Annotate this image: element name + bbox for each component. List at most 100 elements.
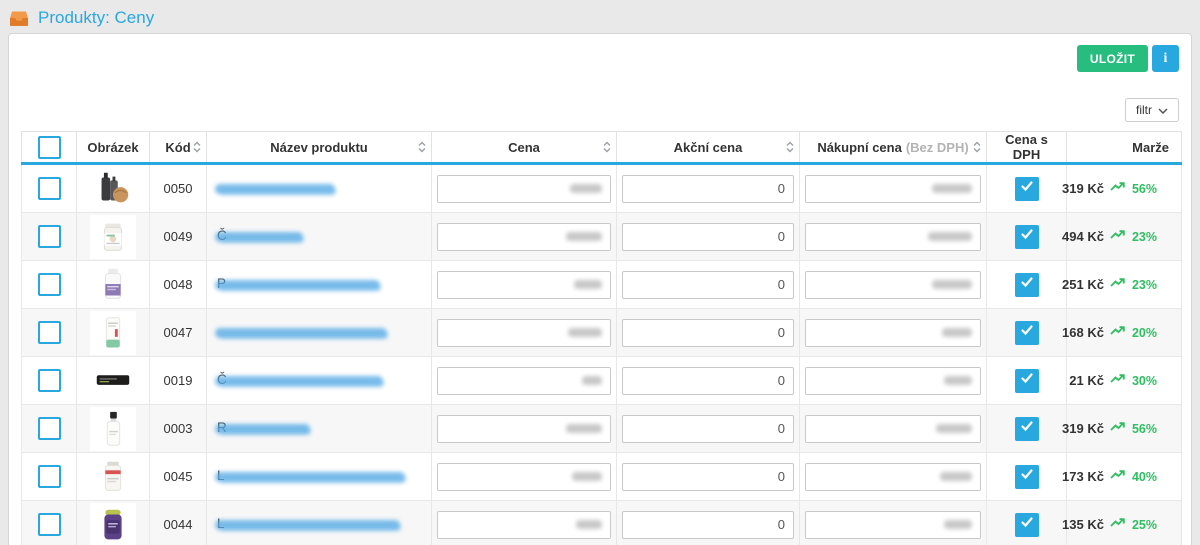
vat-checkbox[interactable] [1015, 273, 1039, 297]
row-checkbox[interactable] [38, 177, 61, 200]
price-input[interactable] [437, 511, 611, 539]
product-name-link[interactable] [207, 166, 431, 212]
vat-checkbox[interactable] [1015, 177, 1039, 201]
purchase-price-input[interactable] [805, 175, 981, 203]
table-row: 0019 Č 0 [22, 357, 1182, 405]
vat-checkbox[interactable] [1015, 465, 1039, 489]
redacted-product-name [215, 328, 387, 338]
trend-up-icon [1110, 468, 1126, 486]
product-code: 0050 [164, 181, 193, 196]
margin-amount: 494 Kč [1062, 229, 1104, 244]
purchase-price-input[interactable] [805, 223, 981, 251]
redacted-product-name [215, 184, 335, 194]
product-name-link[interactable]: Č [207, 358, 431, 404]
sort-arrows-icon[interactable] [786, 141, 794, 153]
row-checkbox[interactable] [38, 321, 61, 344]
purchase-price-input[interactable] [805, 511, 981, 539]
price-input[interactable] [437, 175, 611, 203]
sale-price-input[interactable]: 0 [622, 367, 794, 395]
price-input[interactable] [437, 223, 611, 251]
vat-checkbox[interactable] [1015, 225, 1039, 249]
sale-price-input[interactable]: 0 [622, 319, 794, 347]
toolbar: ULOŽIT i [1077, 45, 1179, 72]
select-all-checkbox[interactable] [38, 136, 61, 159]
product-name-link[interactable]: P [207, 262, 431, 308]
column-header-price[interactable]: Cena [432, 132, 617, 164]
vat-checkbox[interactable] [1015, 321, 1039, 345]
table-row: 0003 R 0 [22, 405, 1182, 453]
row-checkbox[interactable] [38, 417, 61, 440]
trend-up-icon [1110, 420, 1126, 438]
product-code: 0003 [164, 421, 193, 436]
purchase-price-input[interactable] [805, 367, 981, 395]
redacted-purchase-value [932, 280, 972, 289]
row-checkbox[interactable] [38, 465, 61, 488]
price-input[interactable] [437, 463, 611, 491]
margin-percent: 23% [1132, 278, 1157, 292]
checkmark-icon [1020, 227, 1034, 246]
sort-arrows-icon[interactable] [973, 141, 981, 153]
margin-percent: 20% [1132, 326, 1157, 340]
price-input[interactable] [437, 367, 611, 395]
product-code: 0048 [164, 277, 193, 292]
redacted-price-value [582, 376, 602, 385]
checkmark-icon [1020, 371, 1034, 390]
redacted-product-name [215, 376, 383, 386]
margin-amount: 319 Kč [1062, 421, 1104, 436]
sale-price-input[interactable]: 0 [622, 511, 794, 539]
row-checkbox[interactable] [38, 513, 61, 536]
purchase-price-input[interactable] [805, 319, 981, 347]
vat-checkbox[interactable] [1015, 513, 1039, 537]
row-checkbox[interactable] [38, 225, 61, 248]
sale-price-input[interactable]: 0 [622, 175, 794, 203]
price-input[interactable] [437, 415, 611, 443]
product-image [90, 263, 136, 307]
chevron-down-icon [1158, 103, 1168, 117]
redacted-purchase-value [936, 424, 972, 433]
product-image [90, 455, 136, 499]
column-header-code[interactable]: Kód [150, 132, 207, 164]
product-name-link[interactable] [207, 310, 431, 356]
checkmark-icon [1020, 275, 1034, 294]
row-checkbox[interactable] [38, 369, 61, 392]
select-all-header [22, 132, 77, 164]
product-code: 0047 [164, 325, 193, 340]
redacted-purchase-value [942, 328, 972, 337]
price-input[interactable] [437, 319, 611, 347]
column-header-image: Obrázek [77, 132, 150, 164]
filter-button[interactable]: filtr [1125, 98, 1179, 122]
product-image [90, 215, 136, 259]
price-input[interactable] [437, 271, 611, 299]
column-header-purchase-price[interactable]: Nákupní cena (Bez DPH) [800, 132, 987, 164]
product-name-link[interactable]: L [207, 502, 431, 545]
product-name-link[interactable]: R [207, 406, 431, 452]
sale-price-input[interactable]: 0 [622, 271, 794, 299]
margin-percent: 25% [1132, 518, 1157, 532]
sale-price-input[interactable]: 0 [622, 415, 794, 443]
column-header-name[interactable]: Název produktu [207, 132, 432, 164]
sort-arrows-icon[interactable] [603, 141, 611, 153]
purchase-price-input[interactable] [805, 271, 981, 299]
checkmark-icon [1020, 515, 1034, 534]
vat-checkbox[interactable] [1015, 369, 1039, 393]
trend-up-icon [1110, 372, 1126, 390]
product-name-link[interactable]: Č [207, 214, 431, 260]
product-image [90, 359, 136, 403]
row-checkbox[interactable] [38, 273, 61, 296]
save-button[interactable]: ULOŽIT [1077, 45, 1148, 72]
sale-price-input[interactable]: 0 [622, 463, 794, 491]
margin-amount: 21 Kč [1069, 373, 1104, 388]
vat-checkbox[interactable] [1015, 417, 1039, 441]
purchase-price-input[interactable] [805, 415, 981, 443]
margin-amount: 319 Kč [1062, 181, 1104, 196]
redacted-product-name [215, 520, 400, 530]
redacted-price-value [574, 280, 602, 289]
product-name-link[interactable]: L [207, 454, 431, 500]
trend-up-icon [1110, 324, 1126, 342]
sort-arrows-icon[interactable] [193, 141, 201, 153]
purchase-price-input[interactable] [805, 463, 981, 491]
info-button[interactable]: i [1152, 45, 1179, 72]
column-header-sale-price[interactable]: Akční cena [617, 132, 800, 164]
sale-price-input[interactable]: 0 [622, 223, 794, 251]
sort-arrows-icon[interactable] [418, 141, 426, 153]
